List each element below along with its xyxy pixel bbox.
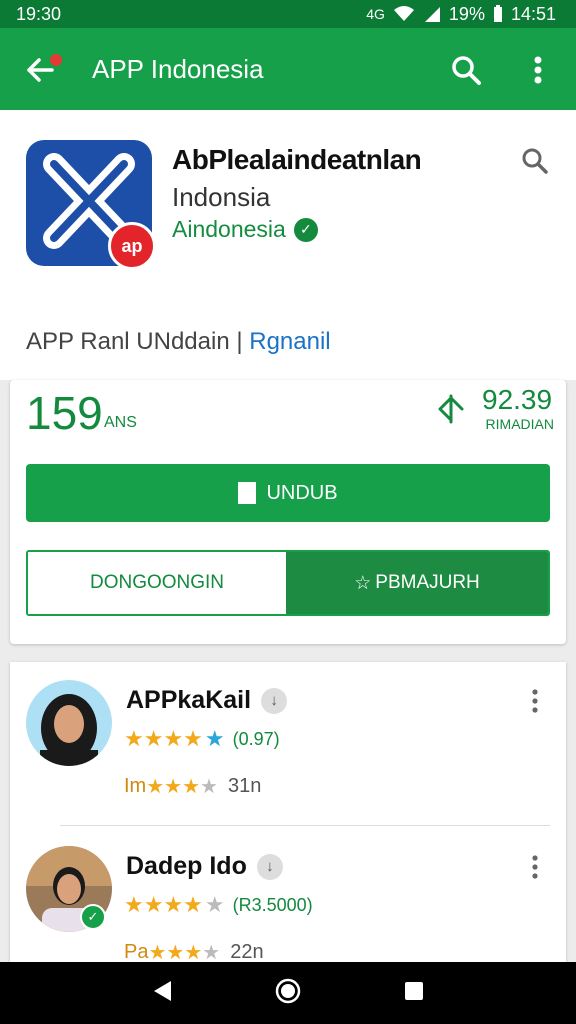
rank-text: APP Ranl UNddain | (26, 328, 250, 355)
app-bar: APP Indonesia (0, 28, 576, 110)
app-bar-title: APP Indonesia (92, 54, 264, 84)
review-sub-rating: Pa ★★★ ★ 22n (124, 940, 264, 962)
secondary-button[interactable]: DONGOONGIN (28, 552, 286, 614)
developer-name: Aindonesia (172, 216, 286, 242)
app-name: AbPlealaindeatnlan (172, 144, 422, 175)
wifi-icon (393, 6, 414, 21)
review-sub-rating: Im ★★★ ★ 31n (124, 775, 262, 798)
cell-signal-icon (424, 7, 440, 22)
more-vert-icon (534, 56, 542, 84)
review-menu-button[interactable] (522, 686, 548, 716)
star-icon: ★★★★ (124, 892, 203, 917)
back-button[interactable] (18, 50, 64, 90)
reviewer-badge-icon: ↓ (261, 687, 288, 714)
review-stars: ★★★★ ★ (0.97) (124, 726, 280, 752)
reviewer-name: Dadep Ido ↓ (126, 852, 283, 881)
rating-unit: ANS (104, 414, 137, 431)
sub-rating-num: 31n (227, 775, 262, 797)
signal-text: 4G (366, 6, 385, 22)
star-icon: ★ (204, 726, 225, 751)
review-count: (R3.5000) (232, 894, 313, 915)
star-empty-icon: ★ (202, 942, 221, 962)
secondary-label: DONGOONGIN (89, 572, 225, 593)
more-vert-icon (532, 855, 538, 879)
status-icons: 4G 19% 14:51 (366, 4, 556, 25)
notification-dot (48, 52, 64, 68)
review-count: (0.97) (232, 728, 280, 749)
downloads-unit: RIMADIAN (485, 416, 554, 432)
search-button[interactable] (444, 48, 488, 92)
star-icon: ★★★ (146, 776, 201, 798)
star-icon: ★★★★ (124, 726, 203, 751)
system-nav-bar (0, 962, 576, 1024)
reviewer-badge-icon: ↓ (256, 853, 283, 880)
download-icon (238, 482, 257, 504)
status-bar: 19:30 4G 19% 14:51 (0, 0, 576, 28)
action-button-row: DONGOONGIN ☆ PBMAJURH (26, 550, 550, 616)
review-stars: ★★★★ ★ (R3.5000) (124, 892, 313, 918)
downloads-value: 92.39 (482, 384, 553, 415)
app-header-card: ap AbPlealaindeatnlan Indonsia Aindonesi… (0, 110, 576, 380)
rank-line: APP Ranl UNddain | Rgnanil (26, 328, 331, 356)
star-icon: ★★★ (148, 942, 203, 962)
app-icon[interactable]: ap (26, 140, 156, 270)
square-recents-icon (405, 981, 424, 1000)
more-vert-icon (532, 689, 538, 713)
person-avatar-icon (26, 680, 112, 766)
status-time: 19:30 (16, 3, 62, 24)
card-search-button[interactable] (520, 146, 554, 180)
nav-home-button[interactable] (274, 977, 302, 1010)
status-clock: 14:51 (510, 3, 556, 24)
star-empty-icon: ★ (200, 776, 218, 798)
install-label: UNDUB (266, 481, 338, 504)
star-empty-icon: ★ (204, 892, 225, 917)
review-item[interactable]: APPkaKail ↓ ★★★★ ★ (0.97) Im ★★★ ★ 31n (10, 662, 566, 822)
search-icon (452, 56, 481, 85)
nav-recents-button[interactable] (403, 980, 425, 1007)
nav-back-button[interactable] (151, 979, 173, 1008)
primary-label: PBMAJURH (375, 572, 480, 593)
app-country: Indonsia (172, 182, 271, 212)
reviews-card: APPkaKail ↓ ★★★★ ★ (0.97) Im ★★★ ★ 31n ✓… (10, 662, 566, 962)
triangle-back-icon (153, 980, 171, 1001)
star-outline-icon: ☆ (354, 572, 372, 594)
rank-link[interactable]: Rgnanil (249, 328, 330, 355)
verified-icon: ✓ (293, 217, 318, 242)
reviewer-name: APPkaKail ↓ (126, 686, 288, 715)
app-icon-badge: ap (108, 222, 156, 270)
battery-percent: 19% (448, 3, 485, 24)
primary-button[interactable]: ☆ PBMAJURH (286, 552, 548, 614)
install-button[interactable]: UNDUB (26, 464, 550, 522)
review-menu-button[interactable] (522, 852, 548, 882)
battery-icon (493, 5, 502, 22)
divider (60, 825, 550, 826)
search-icon (522, 148, 548, 174)
rating-value: 159 (26, 387, 103, 439)
stats-card: 159 ANS 92.39 RIMADIAN UNDUB DONGOONGIN … (10, 380, 566, 644)
developer-link[interactable]: Aindonesia ✓ (172, 216, 318, 243)
circle-home-icon (275, 978, 301, 1003)
sub-rating-num: 22n (230, 941, 264, 962)
avatar (26, 680, 112, 766)
overflow-menu-button[interactable] (518, 48, 558, 92)
download-arrow-icon (438, 394, 464, 424)
verified-icon: ✓ (80, 904, 106, 930)
review-item[interactable]: ✓ Dadep Ido ↓ ★★★★ ★ (R3.5000) Pa ★★★ ★ 22… (10, 828, 566, 962)
